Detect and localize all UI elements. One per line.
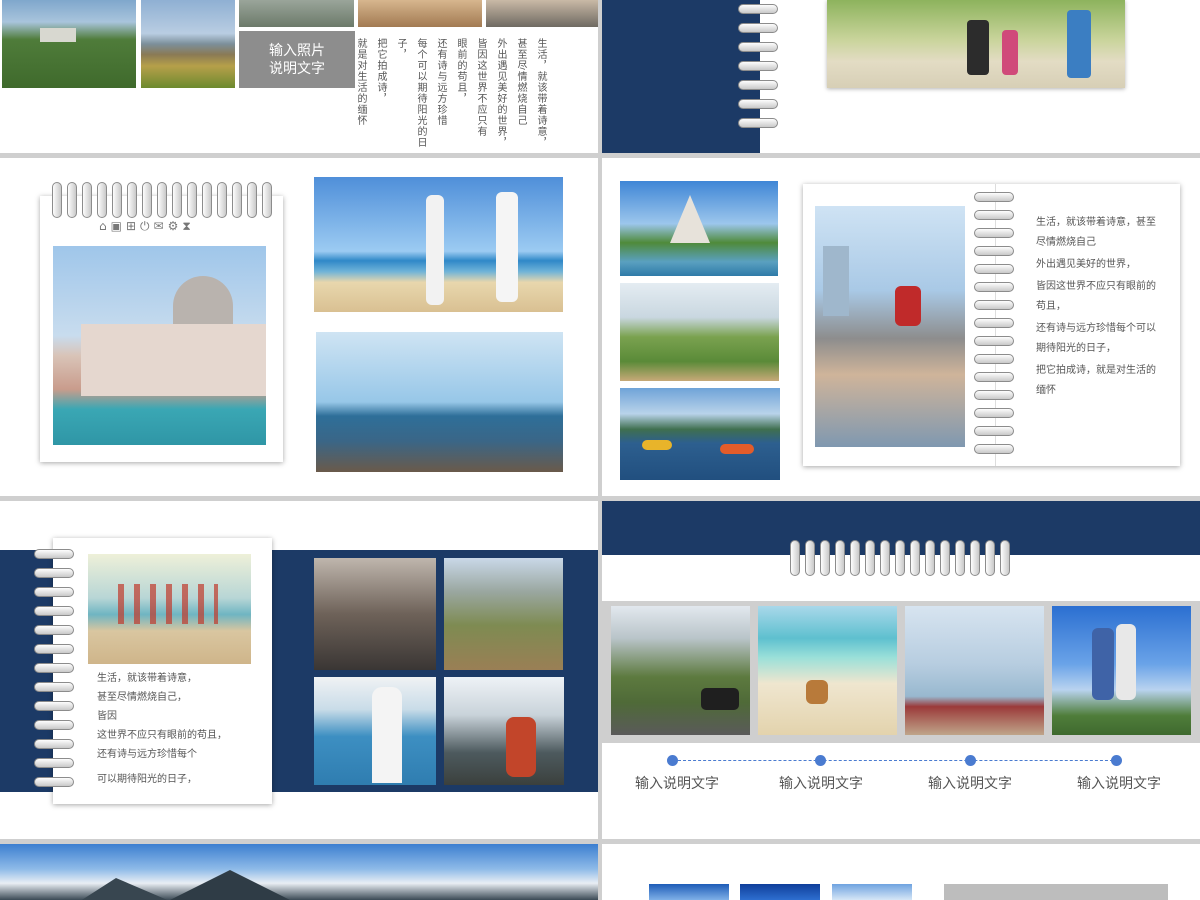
notebook-text: 生活，就该带着诗意，甚至 尽情燃烧自己 外出遇见美好的世界， 皆因这世界不应只有…	[1036, 213, 1176, 401]
photo-woman-rocks	[444, 677, 564, 785]
photo-beach-dog	[758, 606, 897, 735]
photo-mountain-panorama	[0, 844, 598, 900]
timeline-dot-1	[667, 755, 678, 766]
notepad-toolbar: ⌂▣⊞⏻✉⚙⧗	[99, 219, 229, 233]
spiral-binding	[738, 4, 778, 144]
text-line-4: 这世界不应只有眼前的苟且，	[97, 730, 227, 741]
power-icon: ⏻	[140, 219, 154, 233]
spiral-binding-top	[790, 540, 1020, 576]
text-line-2: 甚至尽情燃烧自己，	[97, 692, 187, 703]
navy-panel	[602, 0, 760, 153]
gear-icon: ⚙	[167, 219, 183, 233]
photo-hikers-summit	[1052, 606, 1191, 735]
photo-castle-meadow	[2, 0, 136, 88]
photo-beach-family	[314, 177, 563, 312]
timeline-caption-3: 输入说明文字	[928, 776, 1012, 792]
text-line-5: 苟且，	[1036, 301, 1066, 312]
text-line-5: 还有诗与远方珍惜每个	[97, 749, 197, 760]
timeline-dot-2	[815, 755, 826, 766]
spiral-binding-left	[34, 549, 74, 799]
photo-friends-reading	[815, 206, 965, 447]
photo-small-3	[832, 884, 912, 900]
photo-bridge	[239, 0, 354, 27]
gift-icon: ⊞	[125, 219, 141, 233]
photo-sea-rocks	[316, 332, 563, 472]
photo-couple-sitting	[486, 0, 598, 27]
slide-5-thumbnail[interactable]: 生活，就该带着诗意， 甚至尽情燃烧自己， 皆因 这世界不应只有眼前的苟且， 还有…	[0, 501, 598, 839]
poem-line-7: 每个可以期待阳光的日子，	[395, 38, 426, 148]
poem-line-6: 还有诗与远方珍惜	[435, 38, 446, 126]
photo-cyclists-mountain	[444, 558, 563, 670]
spiral-binding-center	[974, 192, 1014, 462]
mail-icon: ✉	[153, 219, 168, 233]
poem-line-9: 就是对生活的缅怀	[355, 38, 366, 126]
photo-beach-jumping	[88, 554, 251, 664]
text-line-6: 可以期待阳光的日子，	[97, 774, 197, 785]
timeline-line	[678, 760, 1118, 761]
text-line-2: 尽情燃烧自己	[1036, 237, 1096, 248]
vertical-poem-text: 生活，就该带着诗意， 甚至尽情燃烧自己 外出遇见美好的世界， 皆因这世界不应只有…	[355, 38, 550, 150]
text-line-9: 缅怀	[1036, 385, 1056, 396]
timeline-caption-1: 输入说明文字	[635, 776, 719, 792]
slide-2-thumbnail[interactable]	[602, 0, 1200, 153]
photo-small-1	[649, 884, 729, 900]
caption-line-2: 说明文字	[269, 61, 325, 77]
poem-line-3: 外出遇见美好的世界，	[495, 38, 506, 148]
slide-6-thumbnail[interactable]: 输入说明文字 输入说明文字 输入说明文字 输入说明文字	[602, 501, 1200, 839]
text-line-4: 皆因这世界不应只有眼前的	[1036, 281, 1156, 292]
poem-line-5: 眼前的苟且，	[455, 38, 466, 104]
text-line-8: 把它拍成诗，就是对生活的	[1036, 365, 1156, 376]
slide-7-thumbnail[interactable]	[0, 844, 598, 900]
text-line-3: 外出遇见美好的世界，	[1036, 259, 1136, 270]
timeline-caption-4: 输入说明文字	[1077, 776, 1161, 792]
photo-man-sea	[314, 677, 436, 785]
home-icon: ⌂	[99, 219, 111, 233]
poem-line-8: 把它拍成诗，	[375, 38, 386, 104]
photo-autumn-field	[358, 0, 482, 27]
text-line-6: 还有诗与远方珍惜每个可以	[1036, 323, 1156, 334]
slide-8-thumbnail[interactable]	[602, 844, 1200, 900]
photo-mountain-road	[611, 606, 750, 735]
photo-family-bikes	[827, 0, 1125, 88]
slide-3-thumbnail[interactable]: ⌂▣⊞⏻✉⚙⧗	[0, 158, 598, 496]
text-line-1: 生活，就该带着诗意，	[97, 673, 197, 684]
photo-giraffe-savanna	[620, 283, 779, 381]
photo-venice-church	[53, 246, 266, 445]
poem-line-1: 生活，就该带着诗意，	[535, 38, 546, 148]
text-line-3: 皆因	[97, 711, 117, 722]
timeline-dot-3	[965, 755, 976, 766]
notepad-text-left: 生活，就该带着诗意， 甚至尽情燃烧自己， 皆因 这世界不应只有眼前的苟且， 还有…	[97, 669, 267, 789]
slide-1-thumbnail[interactable]: 输入照片 说明文字 生活，就该带着诗意， 甚至尽情燃烧自己 外出遇见美好的世界，…	[0, 0, 598, 153]
poem-line-4: 皆因这世界不应只有	[475, 38, 486, 137]
timeline-dot-4	[1111, 755, 1122, 766]
spiral-binding-top	[52, 182, 277, 218]
photo-pier-sky	[905, 606, 1044, 735]
hourglass-icon: ⧗	[182, 219, 195, 233]
photo-village-hills	[141, 0, 235, 88]
poem-line-2: 甚至尽情燃烧自己	[515, 38, 526, 126]
shopping-bag-icon: ▣	[110, 219, 126, 233]
timeline-caption-2: 输入说明文字	[779, 776, 863, 792]
photo-kayak-lake	[620, 388, 780, 480]
photo-bikes-street	[314, 558, 436, 670]
photo-small-2	[740, 884, 820, 900]
text-line-1: 生活，就该带着诗意，甚至	[1036, 217, 1156, 228]
photo-caption-box: 输入照片 说明文字	[239, 31, 355, 88]
caption-line-1: 输入照片	[269, 43, 325, 59]
text-line-7: 期待阳光的日子，	[1036, 343, 1116, 354]
gray-text-block	[944, 884, 1168, 900]
photo-thai-temple	[620, 181, 778, 276]
slide-4-thumbnail[interactable]: 生活，就该带着诗意，甚至 尽情燃烧自己 外出遇见美好的世界， 皆因这世界不应只有…	[602, 158, 1200, 496]
